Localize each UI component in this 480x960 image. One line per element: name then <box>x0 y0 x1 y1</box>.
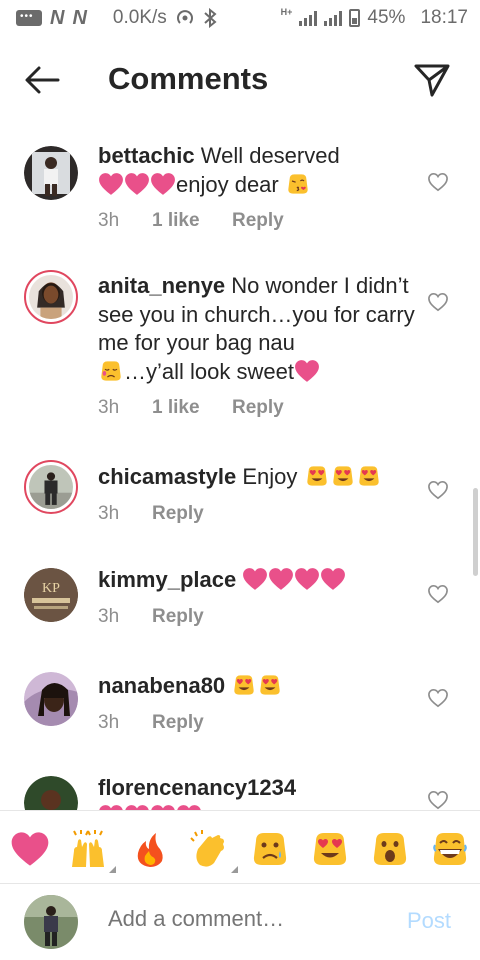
signal-icon <box>299 10 318 26</box>
comment-text: Enjoy <box>242 464 298 489</box>
avatar[interactable] <box>24 146 78 200</box>
heart-eyes-emoji <box>356 464 382 488</box>
battery-level: 45% <box>367 7 406 28</box>
current-user-avatar <box>24 895 78 949</box>
fire-emoji-button[interactable] <box>130 829 170 869</box>
pink-heart-emoji <box>294 567 320 591</box>
crying-face-emoji <box>98 359 124 383</box>
svg-text:KP: KP <box>42 581 60 596</box>
pink-heart-emoji <box>124 172 150 196</box>
hotspot-icon <box>176 10 193 24</box>
heart-eyes-emoji <box>304 464 330 488</box>
bluetooth-icon <box>204 8 217 28</box>
like-heart-icon[interactable] <box>427 790 449 810</box>
comment-username[interactable]: kimmy_place <box>98 567 236 592</box>
comment-text: Well deserved <box>200 143 340 168</box>
page-title: Comments <box>108 61 269 96</box>
comment-composer: Post <box>0 884 480 960</box>
comment-time: 3h <box>98 711 120 733</box>
heart-eyes-emoji-button[interactable] <box>310 829 350 869</box>
messages-icon <box>16 10 42 26</box>
sad-face-emoji-button[interactable] <box>250 829 290 869</box>
signal-icon <box>324 10 343 26</box>
pink-heart-emoji <box>320 567 346 591</box>
app-header: Comments <box>0 50 480 110</box>
comment-username[interactable]: bettachic <box>98 143 195 168</box>
status-bar: N N 0.0K/s H+ 45% 18:17 <box>0 0 480 36</box>
reply-button[interactable]: Reply <box>232 207 284 236</box>
like-heart-icon[interactable] <box>427 172 449 192</box>
grinning-face-emoji-button[interactable] <box>430 829 470 869</box>
avatar[interactable]: KP <box>24 568 78 622</box>
comment-username[interactable]: nanabena80 <box>98 673 225 698</box>
back-arrow-icon[interactable] <box>22 64 62 96</box>
battery-icon <box>349 9 361 27</box>
comment-username[interactable]: anita_nenye <box>98 273 225 298</box>
avatar[interactable] <box>24 460 78 514</box>
comment-meta: 3h 1 like Reply <box>98 207 416 236</box>
comment-likes[interactable]: 1 like <box>152 207 232 236</box>
comment-meta: 3h 1 like Reply <box>98 394 416 423</box>
comment-likes[interactable]: 1 like <box>152 394 232 423</box>
reply-button[interactable]: Reply <box>152 500 204 529</box>
comment-text: …y’all look sweet <box>124 358 294 384</box>
comment-time: 3h <box>98 397 120 418</box>
raised-hands-emoji-button[interactable] <box>68 829 116 873</box>
heart-eyes-emoji <box>330 464 356 488</box>
like-heart-icon[interactable] <box>427 292 449 312</box>
pink-heart-emoji <box>150 172 176 196</box>
comment-text: enjoy dear <box>176 171 279 197</box>
notification-n-icon: N <box>50 6 65 29</box>
comment-time: 3h <box>98 210 120 231</box>
comment-input[interactable] <box>108 906 388 932</box>
comment-meta: 3h Reply <box>98 603 416 632</box>
clapping-hands-icon <box>190 830 224 867</box>
pink-heart-emoji <box>294 359 320 383</box>
comment-body: kimmy_place 3h Reply <box>98 566 416 631</box>
surprised-face-emoji-button[interactable] <box>370 829 410 869</box>
heart-emoji-button[interactable] <box>10 829 50 869</box>
avatar[interactable] <box>24 776 78 810</box>
skin-tone-indicator <box>231 866 238 873</box>
reply-button[interactable]: Reply <box>152 709 204 738</box>
notification-n-icon: N <box>72 6 87 29</box>
comment-body: bettachic Well deserved enjoy dear 3h 1 … <box>98 142 416 236</box>
heart-eyes-emoji <box>231 673 257 697</box>
net-speed: 0.0K/s <box>112 7 167 28</box>
comment-list[interactable]: bettachic Well deserved enjoy dear 3h 1 … <box>0 130 480 810</box>
like-heart-icon[interactable] <box>427 584 449 604</box>
comment-body: nanabena80 3h Reply <box>98 672 416 737</box>
comment-username[interactable]: florencenancy1234 <box>98 775 296 800</box>
comment-time: 3h <box>98 502 120 524</box>
reply-button[interactable]: Reply <box>232 394 284 423</box>
comment-body: chicamastyle Enjoy 3h Reply <box>98 463 416 528</box>
reply-button[interactable]: Reply <box>152 603 204 632</box>
scrollbar[interactable] <box>473 488 478 576</box>
pink-heart-emoji <box>268 567 294 591</box>
comment-time: 3h <box>98 605 120 627</box>
clapping-hands-emoji-button[interactable] <box>190 829 238 873</box>
like-heart-icon[interactable] <box>427 688 449 708</box>
avatar[interactable] <box>24 672 78 726</box>
skin-tone-indicator <box>109 866 116 873</box>
like-heart-icon[interactable] <box>427 480 449 500</box>
avatar[interactable] <box>24 270 78 324</box>
pink-heart-emoji <box>242 567 268 591</box>
raised-hands-icon <box>72 830 104 867</box>
comment-meta: 3h Reply <box>98 500 416 529</box>
emoji-quick-bar <box>0 810 480 884</box>
comment-body: anita_nenye No wonder I didn’t see you i… <box>98 272 416 423</box>
heart-eyes-emoji <box>257 673 283 697</box>
comment-meta: 3h Reply <box>98 709 416 738</box>
direct-send-icon[interactable] <box>412 62 452 98</box>
post-button[interactable]: Post <box>407 908 451 934</box>
pink-heart-emoji <box>98 172 124 196</box>
comment-username[interactable]: chicamastyle <box>98 464 236 489</box>
comment-body: florencenancy1234 <box>98 774 416 810</box>
network-type: H+ <box>280 7 293 17</box>
kiss-face-emoji <box>285 172 311 196</box>
clock: 18:17 <box>420 7 468 28</box>
